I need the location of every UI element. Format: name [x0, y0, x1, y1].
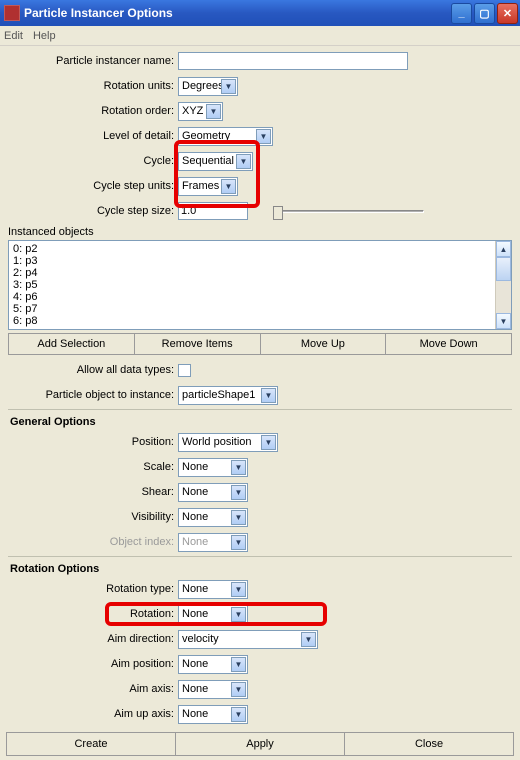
add-selection-button[interactable]: Add Selection	[8, 333, 135, 355]
aim-up-select[interactable]: None▼	[178, 705, 248, 724]
label-aim-position: Aim position:	[6, 658, 178, 670]
chevron-down-icon: ▼	[231, 460, 246, 475]
rotation-order-select[interactable]: XYZ▼	[178, 102, 223, 121]
label-object-index: Object index:	[6, 536, 178, 548]
chevron-down-icon: ▼	[261, 435, 276, 450]
chevron-down-icon: ▼	[231, 582, 246, 597]
close-button[interactable]: ✕	[497, 3, 518, 24]
particle-object-select[interactable]: particleShape1▼	[178, 386, 278, 405]
visibility-select[interactable]: None▼	[178, 508, 248, 527]
chevron-down-icon: ▼	[231, 607, 246, 622]
chevron-down-icon: ▼	[221, 179, 236, 194]
list-item[interactable]: 6: p8	[13, 315, 491, 327]
titlebar: Particle Instancer Options _ ▢ ✕	[0, 0, 520, 26]
scroll-up-icon[interactable]: ▲	[496, 241, 511, 257]
scale-select[interactable]: None▼	[178, 458, 248, 477]
instancer-name-input[interactable]	[178, 52, 408, 70]
chevron-down-icon: ▼	[231, 535, 246, 550]
apply-button[interactable]: Apply	[175, 732, 345, 756]
chevron-down-icon: ▼	[231, 510, 246, 525]
rotation-select[interactable]: None▼	[178, 605, 248, 624]
maximize-button[interactable]: ▢	[474, 3, 495, 24]
chevron-down-icon: ▼	[221, 79, 236, 94]
chevron-down-icon: ▼	[231, 657, 246, 672]
list-item[interactable]: 2: p4	[13, 267, 491, 279]
menu-help[interactable]: Help	[33, 30, 56, 42]
cycle-units-select[interactable]: Frames▼	[178, 177, 238, 196]
label-scale: Scale:	[6, 461, 178, 473]
group-rotation: Rotation Options	[10, 563, 514, 575]
chevron-down-icon: ▼	[301, 632, 316, 647]
create-button[interactable]: Create	[6, 732, 176, 756]
group-general: General Options	[10, 416, 514, 428]
label-lod: Level of detail:	[6, 130, 178, 142]
shear-select[interactable]: None▼	[178, 483, 248, 502]
chevron-down-icon: ▼	[261, 388, 276, 403]
label-cycle-size: Cycle step size:	[6, 205, 178, 217]
chevron-down-icon: ▼	[231, 485, 246, 500]
rotation-units-select[interactable]: Degrees▼	[178, 77, 238, 96]
move-down-button[interactable]: Move Down	[385, 333, 512, 355]
scrollbar[interactable]: ▲ ▼	[495, 241, 511, 329]
label-rotation: Rotation:	[6, 608, 178, 620]
label-rotation-order: Rotation order:	[6, 105, 178, 117]
label-shear: Shear:	[6, 486, 178, 498]
chevron-down-icon: ▼	[206, 104, 221, 119]
list-item[interactable]: 5: p7	[13, 303, 491, 315]
label-rotation-units: Rotation units:	[6, 80, 178, 92]
aim-position-select[interactable]: None▼	[178, 655, 248, 674]
label-instanced-objects: Instanced objects	[8, 226, 514, 238]
list-item[interactable]: 3: p5	[13, 279, 491, 291]
chevron-down-icon: ▼	[236, 154, 251, 169]
chevron-down-icon: ▼	[231, 707, 246, 722]
rotation-type-select[interactable]: None▼	[178, 580, 248, 599]
cycle-select[interactable]: Sequential▼	[178, 152, 253, 171]
label-aim-up: Aim up axis:	[6, 708, 178, 720]
list-item[interactable]: 4: p6	[13, 291, 491, 303]
close-dialog-button[interactable]: Close	[344, 732, 514, 756]
list-item[interactable]: 0: p2	[13, 243, 491, 255]
instanced-objects-list[interactable]: 0: p2 1: p3 2: p4 3: p5 4: p6 5: p7 6: p…	[8, 240, 512, 330]
scroll-down-icon[interactable]: ▼	[496, 313, 511, 329]
lod-select[interactable]: Geometry▼	[178, 127, 273, 146]
allow-all-checkbox[interactable]	[178, 364, 191, 377]
label-aim-axis: Aim axis:	[6, 683, 178, 695]
aim-direction-select[interactable]: velocity▼	[178, 630, 318, 649]
menu-edit[interactable]: Edit	[4, 30, 23, 42]
menubar: Edit Help	[0, 26, 520, 46]
remove-items-button[interactable]: Remove Items	[134, 333, 261, 355]
list-item[interactable]: 1: p3	[13, 255, 491, 267]
label-cycle: Cycle:	[6, 155, 178, 167]
move-up-button[interactable]: Move Up	[260, 333, 387, 355]
scroll-track[interactable]	[496, 281, 511, 313]
label-particle-object: Particle object to instance:	[6, 389, 178, 401]
slider-thumb[interactable]	[273, 206, 283, 220]
cycle-size-slider[interactable]	[274, 210, 424, 213]
chevron-down-icon: ▼	[256, 129, 271, 144]
app-icon	[4, 5, 20, 21]
label-allow-all: Allow all data types:	[6, 364, 178, 376]
label-cycle-units: Cycle step units:	[6, 180, 178, 192]
position-select[interactable]: World position▼	[178, 433, 278, 452]
list-content: 0: p2 1: p3 2: p4 3: p5 4: p6 5: p7 6: p…	[9, 241, 495, 329]
label-visibility: Visibility:	[6, 511, 178, 523]
label-instancer-name: Particle instancer name:	[6, 55, 178, 67]
cycle-size-input[interactable]	[178, 202, 248, 220]
window-title: Particle Instancer Options	[24, 6, 451, 20]
chevron-down-icon: ▼	[231, 682, 246, 697]
aim-axis-select[interactable]: None▼	[178, 680, 248, 699]
minimize-button[interactable]: _	[451, 3, 472, 24]
label-aim-direction: Aim direction:	[6, 633, 178, 645]
object-index-select: None▼	[178, 533, 248, 552]
label-rotation-type: Rotation type:	[6, 583, 178, 595]
scroll-thumb[interactable]	[496, 257, 511, 281]
label-position: Position:	[6, 436, 178, 448]
